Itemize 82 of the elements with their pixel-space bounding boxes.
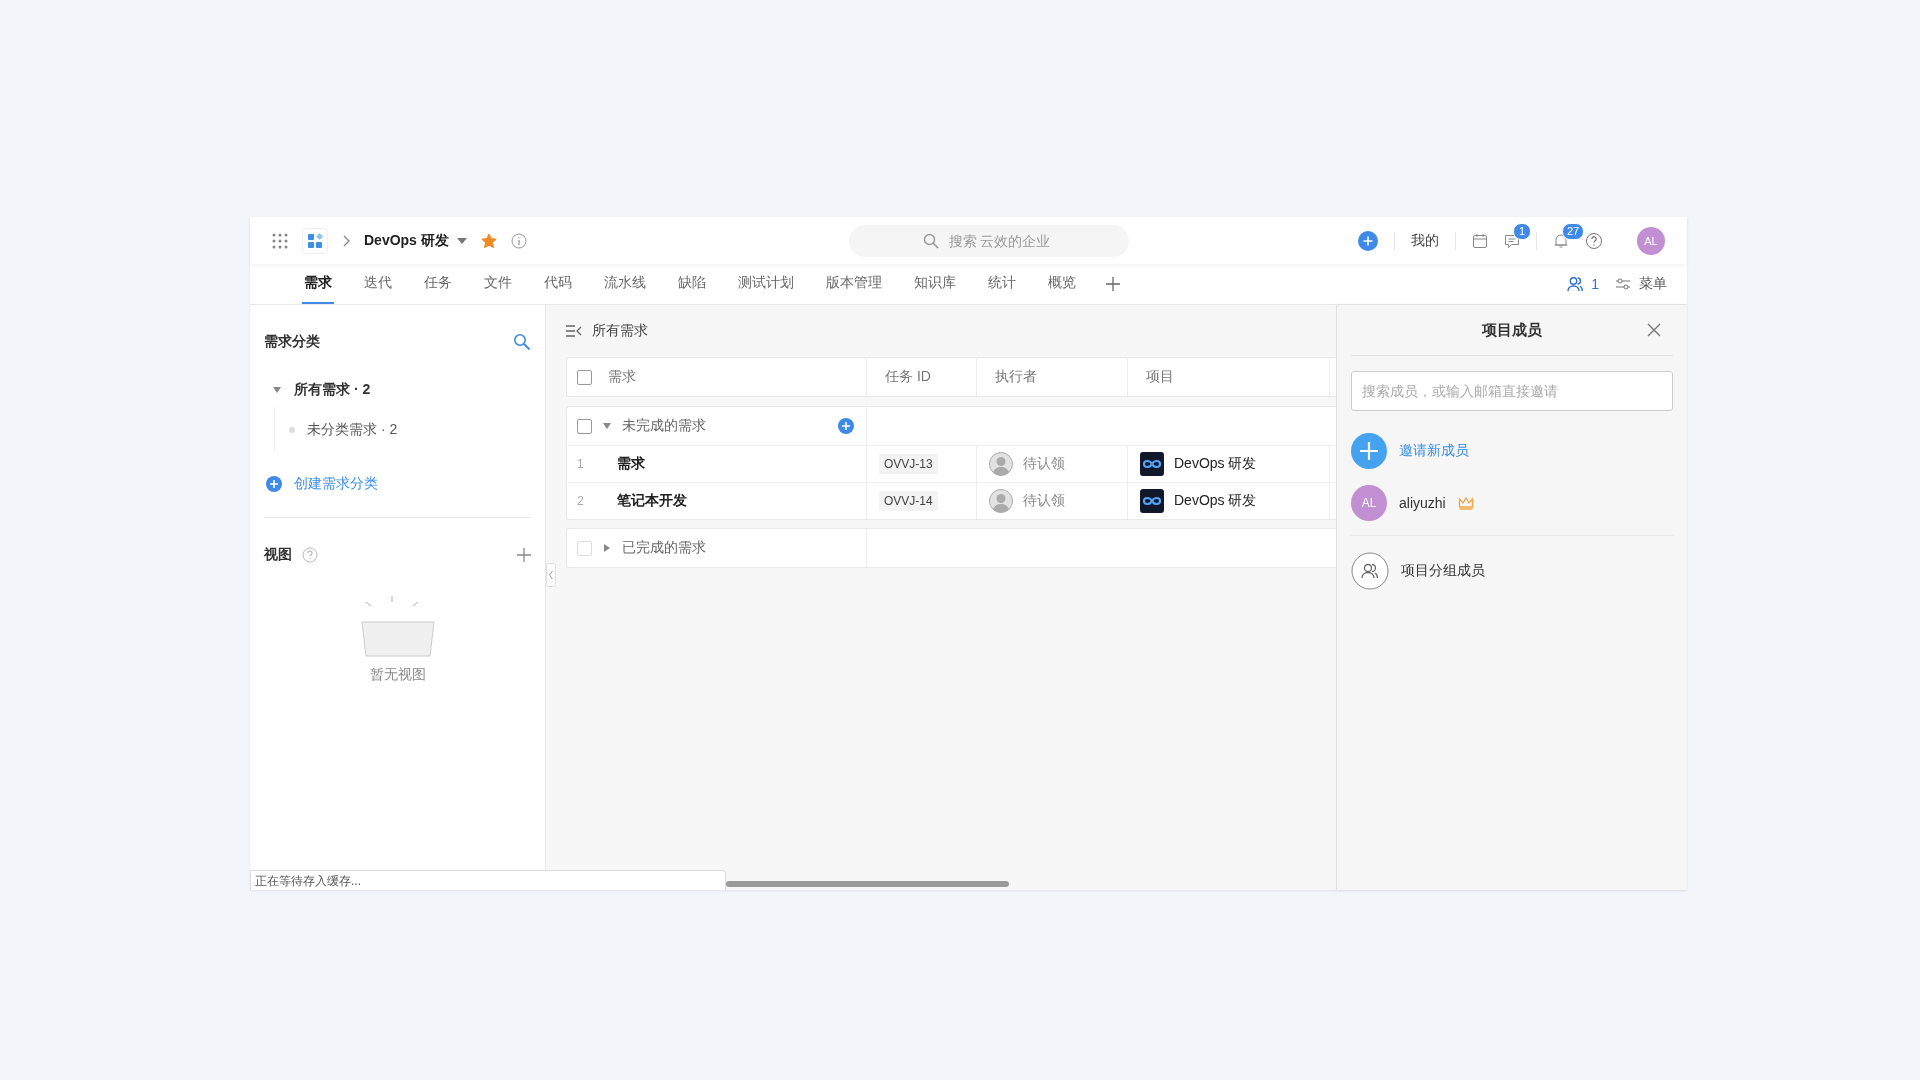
invite-link[interactable]: 邀请新成员 (1399, 442, 1469, 460)
table-cell: DevOps 研发 (1174, 455, 1257, 473)
nav-tab[interactable]: 文件 (482, 264, 514, 304)
nav-tab[interactable]: 版本管理 (824, 264, 884, 304)
project-logo-icon[interactable] (302, 227, 328, 254)
table-cell[interactable]: 笔记本开发 (617, 492, 687, 510)
collapse-list-icon[interactable] (566, 325, 582, 337)
caret-icon[interactable] (602, 421, 612, 431)
search-icon (922, 232, 939, 249)
members-button[interactable]: 1 (1567, 276, 1599, 292)
panel-title: 项目成员 (1482, 320, 1542, 340)
people-icon (1567, 276, 1584, 292)
project-switcher[interactable]: DevOps 研发 (364, 231, 467, 250)
member-avatar: AL (1351, 485, 1387, 521)
task-id-tag: OVVJ-14 (879, 491, 938, 511)
nav-tab[interactable]: 知识库 (912, 264, 958, 304)
group-members-item[interactable]: 项目分组成员 (1401, 562, 1485, 580)
checkbox[interactable] (577, 369, 592, 385)
status-bar: 正在等待存入缓存... (250, 870, 726, 890)
search-field[interactable]: 搜索 云效的企业 (848, 224, 1129, 257)
caret-down-icon (456, 237, 467, 244)
chevron-right-icon (342, 234, 350, 247)
nav-tab[interactable]: 任务 (422, 264, 454, 304)
add-icon[interactable] (266, 476, 282, 492)
task-id-tag: OVVJ-13 (879, 454, 938, 474)
apps-grid-icon[interactable] (272, 232, 288, 249)
message-icon[interactable] (1504, 232, 1520, 249)
person-avatar-icon (989, 452, 1013, 476)
table-cell: 待认领 (1023, 455, 1065, 473)
column-header: 执行者 (995, 368, 1037, 386)
create-category-link[interactable]: 创建需求分类 (294, 475, 378, 493)
scrollbar-thumb[interactable] (726, 881, 1009, 887)
nav-tab[interactable]: 迭代 (362, 264, 394, 304)
nav-tab[interactable]: 概览 (1046, 264, 1078, 304)
table-cell: DevOps 研发 (1174, 492, 1257, 510)
row-number: 1 (577, 457, 585, 471)
column-header: 需求 (608, 368, 636, 386)
column-header: 任务 ID (885, 368, 931, 386)
nav-tab[interactable]: 流水线 (602, 264, 648, 304)
plus-icon[interactable] (1106, 277, 1120, 291)
caret-icon[interactable] (272, 385, 282, 395)
member-name: aliyuzhi (1399, 495, 1446, 511)
section-title: 视图 (264, 546, 292, 564)
group-title: 已完成的需求 (622, 539, 707, 557)
table-cell: 待认领 (1023, 492, 1065, 510)
info-icon[interactable] (510, 232, 527, 249)
bell-icon[interactable] (1553, 232, 1569, 249)
people-icon[interactable] (1351, 552, 1389, 590)
member-search-field[interactable]: 搜索成员，或输入邮箱直接邀请 (1351, 371, 1673, 411)
checkbox[interactable] (577, 418, 592, 434)
group-title: 未完成的需求 (622, 417, 707, 435)
empty-message: 暂无视图 (369, 666, 426, 684)
project-logo-icon (1140, 489, 1164, 513)
mine-link[interactable]: 我的 (1411, 231, 1439, 250)
column-header: 项目 (1146, 368, 1174, 386)
tree-item[interactable]: 未分类需求 · 2 (307, 421, 398, 439)
nav-tab[interactable]: 统计 (986, 264, 1018, 304)
person-avatar-icon (989, 489, 1013, 513)
project-logo-icon (1140, 452, 1164, 476)
menu-button[interactable]: 菜单 (1615, 275, 1667, 293)
view-title: 所有需求 (592, 322, 648, 340)
add-icon[interactable] (838, 418, 854, 434)
close-icon[interactable] (1647, 323, 1661, 337)
add-icon[interactable] (1358, 230, 1378, 251)
collapse-handle-icon[interactable] (546, 563, 556, 587)
plus-icon[interactable] (517, 548, 531, 562)
row-number: 2 (577, 494, 585, 508)
star-icon[interactable] (480, 232, 497, 249)
bullet-icon (289, 427, 295, 433)
nav-tab[interactable]: 缺陷 (676, 264, 708, 304)
section-title: 需求分类 (264, 333, 320, 351)
tree-item[interactable]: 所有需求 · 2 (294, 381, 371, 399)
count-badge: 1 (1513, 222, 1531, 240)
count-badge: 27 (1562, 222, 1585, 240)
calendar-icon[interactable] (1472, 232, 1488, 249)
table-cell[interactable]: 需求 (617, 455, 645, 473)
add-icon[interactable] (1351, 433, 1387, 469)
search-icon[interactable] (513, 333, 531, 351)
nav-tab[interactable]: 代码 (542, 264, 574, 304)
sliders-icon (1615, 276, 1631, 292)
help-icon[interactable] (1585, 231, 1603, 250)
nav-tab[interactable]: 测试计划 (736, 264, 796, 304)
